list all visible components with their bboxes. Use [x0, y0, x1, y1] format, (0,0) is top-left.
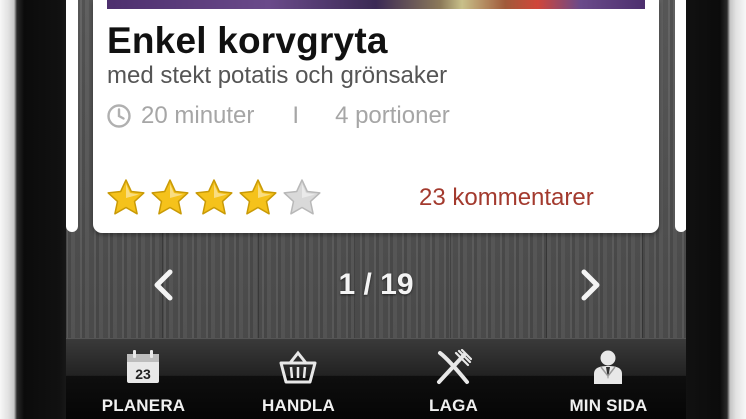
servings: 4 portioner	[335, 102, 450, 129]
star-empty-icon	[283, 179, 321, 215]
recipe-meta: 20 minuter I 4 portioner	[107, 100, 450, 132]
recipe-pager: 1 / 19	[66, 262, 686, 308]
chevron-right-icon[interactable]	[576, 266, 606, 304]
phone-frame: Enkel korvgryta med stekt potatis och gr…	[0, 0, 746, 419]
tab-handla[interactable]: HANDLA	[221, 339, 376, 419]
star-filled-icon	[195, 179, 233, 215]
phone-bezel-left	[0, 0, 68, 419]
tab-laga[interactable]: LAGA	[376, 339, 531, 419]
chevron-left-icon[interactable]	[148, 266, 178, 304]
star-filled-icon	[107, 179, 145, 215]
recipe-title: Enkel korvgryta	[107, 20, 388, 61]
star-filled-icon	[239, 179, 277, 215]
calendar-day: 23	[135, 366, 151, 382]
recipe-subtitle: med stekt potatis och grönsaker	[107, 62, 448, 89]
fork-knife-icon	[437, 349, 472, 384]
star-filled-icon	[151, 179, 189, 215]
clock-icon	[107, 104, 131, 128]
tab-label-planera: PLANERA	[101, 396, 186, 415]
app-screen: Enkel korvgryta med stekt potatis och gr…	[66, 0, 686, 419]
comments-link[interactable]: 23 kommentarer	[419, 184, 594, 212]
recipe-card[interactable]: Enkel korvgryta med stekt potatis och gr…	[93, 0, 659, 233]
cooking-time: 20 minuter	[141, 102, 255, 129]
previous-recipe-card-edge[interactable]	[66, 0, 78, 232]
meta-separator: I	[292, 102, 300, 129]
calendar-icon: 23	[127, 350, 159, 383]
page-indicator: 1 / 19	[338, 268, 414, 301]
phone-bezel-right	[676, 0, 746, 419]
tab-bar: 23 PLANERA HANDLA LAGA MIN SIDA	[66, 338, 686, 419]
tab-planera[interactable]: 23 PLANERA	[66, 339, 221, 419]
next-recipe-card-edge[interactable]	[675, 0, 686, 232]
basket-icon	[279, 350, 317, 384]
tab-label-laga: LAGA	[429, 396, 478, 415]
tab-min-sida[interactable]: MIN SIDA	[531, 339, 686, 419]
tab-label-handla: HANDLA	[262, 396, 335, 415]
tab-label-min-sida: MIN SIDA	[569, 396, 648, 415]
recipe-photo[interactable]	[107, 0, 645, 9]
user-icon	[594, 350, 622, 384]
rating-stars	[106, 178, 326, 218]
